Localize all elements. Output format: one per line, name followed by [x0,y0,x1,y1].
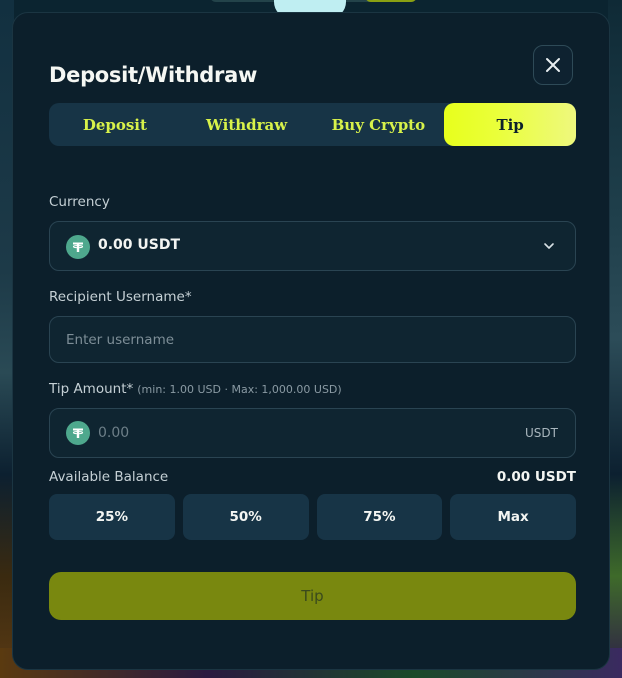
background-top-accent [365,0,417,2]
tip-amount-field: USDT [49,408,576,458]
tip-submit-button[interactable]: Tip [49,572,576,620]
available-balance-currency: USDT [534,469,576,485]
tether-icon [66,421,90,445]
tab-buy-crypto[interactable]: Buy Crypto [313,103,445,146]
available-balance-amount: 0.00 [496,469,531,485]
tab-deposit[interactable]: Deposit [49,103,181,146]
tip-amount-label: Tip Amount* (min: 1.00 USD · Max: 1,000.0… [49,381,342,397]
percent-buttons: 25% 50% 75% Max [49,494,576,540]
percent-50-button[interactable]: 50% [182,494,309,540]
recipient-username-input[interactable] [50,317,575,362]
tab-withdraw[interactable]: Withdraw [181,103,313,146]
tip-amount-unit: USDT [525,426,558,440]
background-right [608,0,622,678]
max-button[interactable]: Max [450,494,576,540]
close-button[interactable] [533,45,573,85]
tip-amount-label-text: Tip Amount* [49,381,134,397]
recipient-username-field [49,316,576,363]
tip-amount-hint: (min: 1.00 USD · Max: 1,000.00 USD) [137,383,342,396]
modal-tabs: Deposit Withdraw Buy Crypto Tip [49,103,576,146]
tether-icon [66,235,90,259]
deposit-withdraw-modal: Deposit/Withdraw Deposit Withdraw Buy Cr… [12,12,610,670]
tip-amount-input[interactable] [98,409,478,457]
tab-tip[interactable]: Tip [444,103,576,146]
currency-label: Currency [49,194,110,210]
modal-header: Deposit/Withdraw [49,45,573,97]
close-icon [546,58,560,72]
chevron-down-icon [544,243,554,249]
available-balance-value: 0.00 USDT [497,469,576,485]
available-balance-label: Available Balance [49,469,169,485]
modal-title: Deposit/Withdraw [49,63,258,87]
available-balance-row: Available Balance 0.00 USDT [49,469,576,489]
currency-select[interactable]: 0.00 USDT [49,221,576,271]
percent-25-button[interactable]: 25% [49,494,175,540]
recipient-username-label: Recipient Username* [49,289,192,305]
currency-selected-value: 0.00 USDT [98,237,181,253]
percent-75-button[interactable]: 75% [316,494,443,540]
